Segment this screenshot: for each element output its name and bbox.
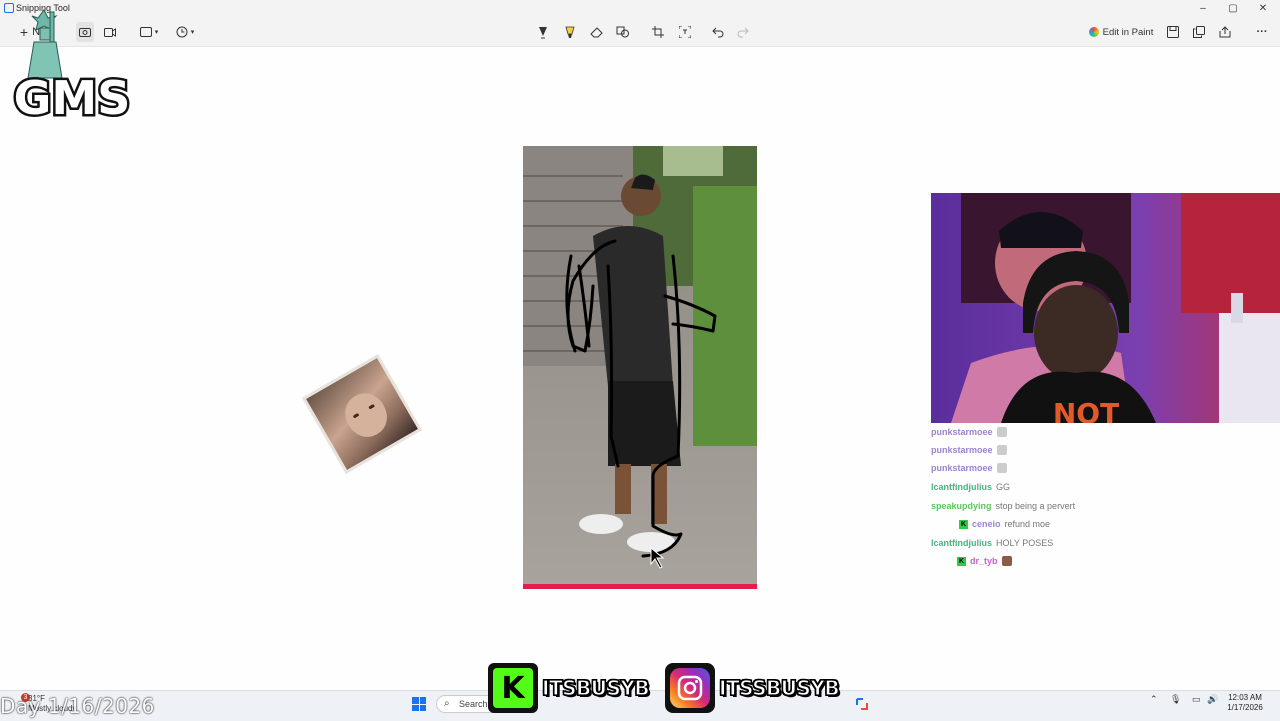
kick-badge-icon: K [959,519,968,529]
snip-shape-dropdown[interactable]: ▾ [136,22,162,42]
logo-text: GMS [14,71,131,125]
chat-username: dr_tyb [970,556,998,566]
chat-message: K ceneio refund moe [959,516,1050,532]
emote-icon [1001,556,1012,566]
snipping-tool-taskbar-icon[interactable] [854,696,870,712]
chat-username: lcantfindjulius [931,538,993,548]
instagram-handle-overlay: ITSSBUSYB [665,662,840,714]
crop-button[interactable] [649,22,667,42]
kick-badge-icon: K [957,556,966,566]
chat-message: lcantfindjulius GG [931,479,1010,495]
sticker-face [337,386,395,445]
kick-handle-text: ITSBUSYB [541,675,650,700]
start-button[interactable] [412,697,426,711]
save-button[interactable] [1164,22,1182,42]
emote-icon [996,463,1007,473]
redo-button[interactable] [734,22,752,42]
highlighter-tool-button[interactable] [561,22,579,42]
highlighter-icon [565,26,575,38]
shapes-icon [616,26,629,38]
show-hidden-icons-chevron[interactable]: ⌃ [1150,694,1158,705]
eraser-tool-button[interactable] [588,22,606,42]
maximize-button[interactable]: ▢ [1218,1,1248,17]
volume-icon[interactable]: 🔊 [1207,694,1218,705]
undo-button[interactable] [709,22,727,42]
chat-message: lcantfindjulius HOLY POSES [931,535,1053,551]
chat-message: punkstarmoee [931,442,1007,458]
share-icon [1219,26,1231,38]
clock-date: 1/17/2026 [1227,703,1263,712]
save-icon [1167,26,1179,38]
windows-logo-icon [412,697,419,704]
edit-in-paint-button[interactable]: Edit in Paint [1084,22,1158,42]
copy-icon [1193,26,1205,38]
instagram-handle-text: ITSSBUSYB [718,675,840,700]
chat-username: punkstarmoee [931,463,993,473]
share-button[interactable] [1216,22,1234,42]
emote-icon [996,445,1007,455]
chat-username: lcantfindjulius [931,482,993,492]
search-label: Search [459,699,488,709]
kick-handle-overlay: K ITSBUSYB [488,662,650,714]
chevron-down-icon: ▾ [190,29,195,36]
shapes-tool-button[interactable] [614,22,632,42]
chat-text: refund moe [1004,519,1051,529]
rectangle-icon [139,27,152,37]
chat-message: punkstarmoee [931,460,1007,476]
emote-icon [996,427,1007,437]
svg-text:NOT: NOT [1053,397,1119,423]
crop-icon [652,26,664,38]
copy-button[interactable] [1190,22,1208,42]
chat-text: HOLY POSES [996,538,1054,548]
gms-logo: GMS [10,8,134,128]
chevron-down-icon: ▾ [154,29,159,36]
kick-logo-icon: K [488,663,538,713]
paint-icon [1088,27,1099,37]
chat-username: punkstarmoee [931,427,993,437]
chat-username: speakupdying [931,501,992,511]
snipped-photo [523,146,757,589]
streamer-webcam: NOT [931,193,1280,423]
stream-date-overlay: Day 1/16/2026 [0,694,155,718]
microphone-icon[interactable]: 🎙 [1170,694,1181,705]
delay-dropdown[interactable]: ▾ [172,22,198,42]
pen-icon [539,27,547,39]
text-scan-icon [679,26,691,38]
chat-text: GG [996,482,1011,492]
redo-icon [737,27,749,38]
more-options-button[interactable]: ··· [1252,22,1272,42]
chat-message: speakupdying stop being a pervert [931,498,1075,514]
system-clock[interactable]: 12:03 AM 1/17/2026 [1222,693,1268,713]
chat-message: punkstarmoee [931,424,1007,440]
edit-in-paint-label: Edit in Paint [1102,26,1154,38]
pen-tool-button[interactable] [534,22,552,42]
search-icon: ⌕ [444,698,450,709]
minimize-button[interactable]: – [1188,1,1218,17]
chat-username: ceneio [972,519,1001,529]
snipping-toolbar: + New ▾ ▾ Edit in Paint [0,18,1280,47]
clock-time: 12:03 AM [1228,693,1262,702]
close-button[interactable]: ✕ [1248,1,1278,17]
clock-icon [176,26,188,38]
chat-message: K dr_tyb [957,553,1012,569]
undo-icon [712,27,724,38]
chat-text: stop being a pervert [995,501,1076,511]
chat-username: punkstarmoee [931,445,993,455]
eraser-icon [590,27,603,38]
network-icon[interactable]: ▭ [1192,694,1201,705]
text-actions-button[interactable] [676,22,694,42]
instagram-logo-icon [665,663,715,713]
title-bar: Snipping Tool – ▢ ✕ [0,0,1280,18]
